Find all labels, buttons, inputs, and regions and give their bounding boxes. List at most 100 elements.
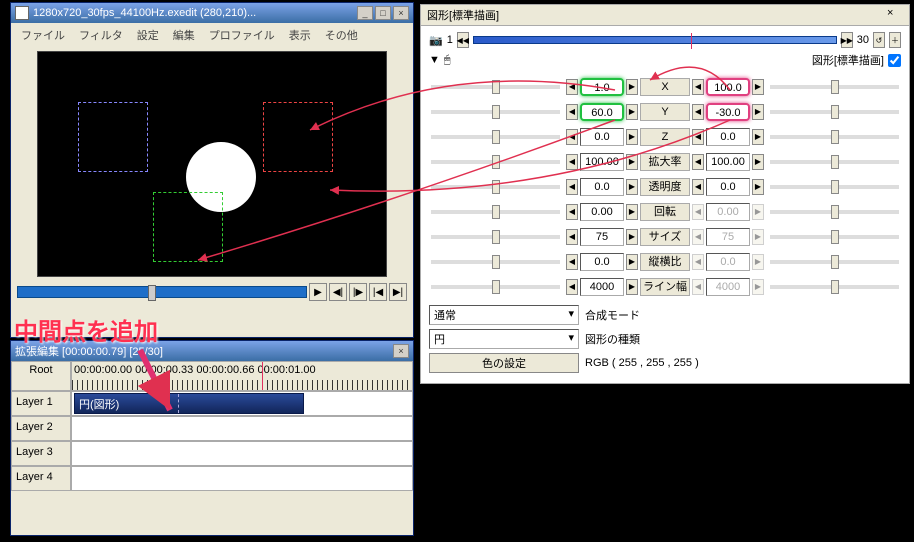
param-inc-Z-left[interactable]: ▶: [626, 129, 638, 145]
midpoint-marker[interactable]: [178, 394, 179, 413]
param-slider-Z-left[interactable]: [431, 135, 560, 139]
step-back-button[interactable]: ◀|: [329, 283, 347, 301]
param-value-line-left[interactable]: 4000: [580, 278, 624, 296]
param-value-Z-right[interactable]: 0.0: [706, 128, 750, 146]
param-dec-X-right[interactable]: ◀: [692, 79, 704, 95]
shape-type-dropdown[interactable]: 円▾: [429, 329, 579, 349]
param-dec-X-left[interactable]: ◀: [566, 79, 578, 95]
prop-add-button[interactable]: ＋: [889, 32, 901, 48]
param-slider-Y-left[interactable]: [431, 110, 560, 114]
param-value-alpha-left[interactable]: 0.0: [580, 178, 624, 196]
cam-icon[interactable]: 📷: [429, 34, 443, 47]
layer-2-label[interactable]: Layer 2: [11, 416, 71, 441]
param-slider-rot-right[interactable]: [770, 210, 899, 214]
param-value-line-right[interactable]: 4000: [706, 278, 750, 296]
go-end-button[interactable]: ▶|: [389, 283, 407, 301]
param-value-X-left[interactable]: 1.0: [580, 78, 624, 96]
blend-mode-dropdown[interactable]: 通常▾: [429, 305, 579, 325]
param-dec-aspect-right[interactable]: ◀: [692, 254, 704, 270]
minimize-button[interactable]: _: [357, 6, 373, 20]
param-label-size[interactable]: サイズ: [640, 228, 690, 246]
root-button[interactable]: Root: [11, 361, 71, 391]
param-dec-alpha-left[interactable]: ◀: [566, 179, 578, 195]
param-dec-Y-right[interactable]: ◀: [692, 104, 704, 120]
param-value-X-right[interactable]: 100.0: [706, 78, 750, 96]
param-dec-scale-left[interactable]: ◀: [566, 154, 578, 170]
param-slider-alpha-right[interactable]: [770, 185, 899, 189]
menu-profile[interactable]: プロファイル: [203, 25, 281, 45]
param-value-rot-left[interactable]: 0.00: [580, 203, 624, 221]
menu-filter[interactable]: フィルタ: [73, 25, 129, 45]
param-slider-Y-right[interactable]: [770, 110, 899, 114]
clip-circle[interactable]: 円(図形): [74, 393, 304, 414]
param-inc-rot-right[interactable]: ▶: [752, 204, 764, 220]
seek-thumb[interactable]: [148, 285, 156, 301]
param-value-alpha-right[interactable]: 0.0: [706, 178, 750, 196]
param-label-aspect[interactable]: 縦横比: [640, 253, 690, 271]
param-dec-line-right[interactable]: ◀: [692, 279, 704, 295]
param-inc-alpha-right[interactable]: ▶: [752, 179, 764, 195]
param-value-Y-right[interactable]: -30.0: [706, 103, 750, 121]
param-dec-rot-right[interactable]: ◀: [692, 204, 704, 220]
param-inc-X-right[interactable]: ▶: [752, 79, 764, 95]
preview-viewport[interactable]: [37, 51, 387, 277]
param-dec-aspect-left[interactable]: ◀: [566, 254, 578, 270]
param-slider-aspect-right[interactable]: [770, 260, 899, 264]
menu-other[interactable]: その他: [319, 25, 364, 45]
param-value-Y-left[interactable]: 60.0: [580, 103, 624, 121]
param-inc-size-right[interactable]: ▶: [752, 229, 764, 245]
param-slider-X-left[interactable]: [431, 85, 560, 89]
time-ruler[interactable]: 00:00:00.00 00:00:00.33 00:00:00.66 00:0…: [71, 361, 413, 391]
param-inc-Y-right[interactable]: ▶: [752, 104, 764, 120]
param-slider-Z-right[interactable]: [770, 135, 899, 139]
param-slider-rot-left[interactable]: [431, 210, 560, 214]
frame-slider[interactable]: [473, 36, 837, 44]
param-label-alpha[interactable]: 透明度: [640, 178, 690, 196]
menu-edit[interactable]: 編集: [167, 25, 201, 45]
param-inc-line-right[interactable]: ▶: [752, 279, 764, 295]
param-inc-scale-left[interactable]: ▶: [626, 154, 638, 170]
param-slider-scale-right[interactable]: [770, 160, 899, 164]
param-dec-size-right[interactable]: ◀: [692, 229, 704, 245]
param-label-Y[interactable]: Y: [640, 103, 690, 121]
param-value-scale-left[interactable]: 100.00: [580, 153, 624, 171]
param-label-X[interactable]: X: [640, 78, 690, 96]
param-value-aspect-left[interactable]: 0.0: [580, 253, 624, 271]
layer-3-track[interactable]: [71, 441, 413, 466]
param-inc-rot-left[interactable]: ▶: [626, 204, 638, 220]
step-forward-button[interactable]: |▶: [349, 283, 367, 301]
layer-1-track[interactable]: 円(図形): [71, 391, 413, 416]
play-button[interactable]: ▶: [309, 283, 327, 301]
menu-file[interactable]: ファイル: [15, 25, 71, 45]
param-value-aspect-right[interactable]: 0.0: [706, 253, 750, 271]
param-inc-aspect-right[interactable]: ▶: [752, 254, 764, 270]
param-dec-Z-right[interactable]: ◀: [692, 129, 704, 145]
layer-4-track[interactable]: [71, 466, 413, 491]
param-inc-alpha-left[interactable]: ▶: [626, 179, 638, 195]
param-value-size-right[interactable]: 75: [706, 228, 750, 246]
param-value-size-left[interactable]: 75: [580, 228, 624, 246]
param-inc-size-left[interactable]: ▶: [626, 229, 638, 245]
param-slider-X-right[interactable]: [770, 85, 899, 89]
param-inc-scale-right[interactable]: ▶: [752, 154, 764, 170]
param-slider-alpha-left[interactable]: [431, 185, 560, 189]
param-inc-Z-right[interactable]: ▶: [752, 129, 764, 145]
layer-3-label[interactable]: Layer 3: [11, 441, 71, 466]
param-dec-Y-left[interactable]: ◀: [566, 104, 578, 120]
param-dec-line-left[interactable]: ◀: [566, 279, 578, 295]
prop-reset-button[interactable]: ↺: [873, 32, 885, 48]
param-dec-alpha-right[interactable]: ◀: [692, 179, 704, 195]
close-button[interactable]: ×: [393, 6, 409, 20]
param-dec-rot-left[interactable]: ◀: [566, 204, 578, 220]
param-value-scale-right[interactable]: 100.00: [706, 153, 750, 171]
playhead[interactable]: [262, 362, 263, 391]
drawing-enabled-checkbox[interactable]: [888, 54, 901, 67]
param-label-line[interactable]: ライン幅: [640, 278, 690, 296]
property-close-button[interactable]: ×: [887, 7, 903, 21]
frame-end-inc[interactable]: ▶▶: [841, 32, 853, 48]
param-label-rot[interactable]: 回転: [640, 203, 690, 221]
param-slider-size-left[interactable]: [431, 235, 560, 239]
param-label-Z[interactable]: Z: [640, 128, 690, 146]
frame-start-dec[interactable]: ◀◀: [457, 32, 469, 48]
param-dec-Z-left[interactable]: ◀: [566, 129, 578, 145]
